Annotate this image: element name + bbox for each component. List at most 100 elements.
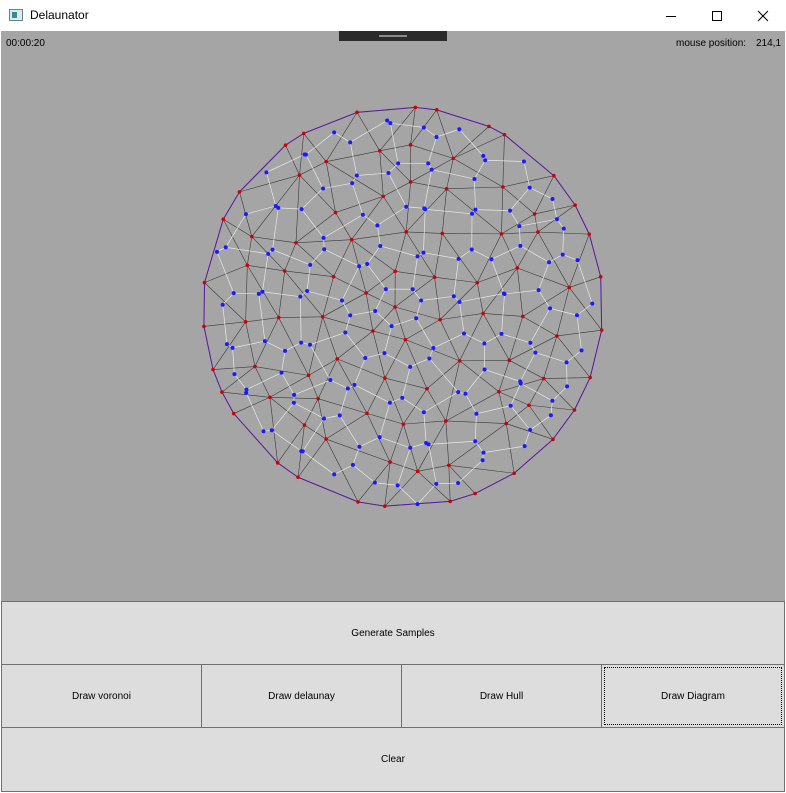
voronoi-edge (365, 352, 385, 359)
voronoi-edge (262, 253, 269, 292)
draw-voronoi-button[interactable]: Draw voronoi (1, 664, 202, 728)
voronoi-edge (406, 206, 425, 209)
voronoi-vertex (357, 444, 362, 449)
sample-point (393, 305, 397, 309)
sample-point (425, 386, 429, 391)
drawing-canvas[interactable]: 00:00:20 mouse position: 214,1 (1, 31, 785, 601)
voronoi-vertex (373, 308, 378, 313)
voronoi-vertex (462, 331, 467, 336)
generate-samples-button[interactable]: Generate Samples (1, 601, 785, 665)
sample-point (364, 291, 368, 295)
voronoi-edge (366, 245, 381, 265)
hull-edge (552, 409, 575, 440)
voronoi-edge (307, 290, 343, 301)
voronoi-vertex (337, 413, 342, 418)
voronoi-vertex (269, 428, 274, 433)
voronoi-edge (566, 350, 582, 363)
voronoi-edge (391, 317, 417, 327)
voronoi-vertex (348, 140, 353, 145)
voronoi-edge (245, 205, 276, 215)
hull-edge (504, 134, 555, 177)
hull-edge (553, 175, 576, 206)
hull-edge (589, 330, 603, 378)
voronoi-vertex (396, 161, 401, 166)
voronoi-vertex (463, 391, 468, 396)
voronoi-vertex (386, 171, 391, 176)
voronoi-vertex (352, 382, 357, 387)
elapsed-timer: 00:00:20 (6, 38, 45, 49)
voronoi-edge (345, 332, 366, 359)
voronoi-edge (305, 132, 335, 155)
voronoi-edge (272, 207, 279, 250)
voronoi-vertex (508, 208, 513, 213)
sample-point (527, 403, 531, 408)
close-icon (757, 10, 769, 21)
voronoi-edge (281, 372, 295, 396)
draw-diagram-button[interactable]: Draw Diagram (601, 664, 785, 728)
sample-point (448, 499, 452, 504)
voronoi-edge (415, 318, 434, 349)
voronoi-vertex (456, 390, 461, 395)
voronoi-vertex (270, 247, 275, 252)
maximize-button[interactable] (694, 0, 740, 31)
voronoi-vertex (473, 439, 478, 444)
voronoi-vertex (560, 252, 565, 257)
voronoi-edge (388, 172, 407, 207)
voronoi-vertex (427, 356, 432, 361)
sample-point (243, 320, 248, 324)
sample-point (245, 263, 250, 268)
draw-delaunay-button[interactable]: Draw delaunay (201, 664, 402, 728)
voronoi-vertex (470, 211, 475, 216)
close-button[interactable] (740, 0, 786, 31)
voronoi-edge (356, 172, 389, 176)
voronoi-vertex (410, 287, 415, 292)
sample-point (444, 187, 449, 191)
voronoi-edge (233, 292, 259, 295)
drag-handle[interactable] (339, 31, 447, 41)
voronoi-edge (323, 214, 364, 239)
voronoi-vertex (378, 243, 383, 248)
clear-button[interactable]: Clear (1, 727, 785, 792)
minimize-button[interactable] (648, 0, 694, 31)
draw-hull-button[interactable]: Draw Hull (401, 664, 602, 728)
maximize-icon (712, 10, 722, 21)
sample-point (413, 105, 418, 110)
voronoi-vertex (273, 203, 278, 208)
sample-point (573, 203, 577, 207)
sample-point (588, 375, 592, 380)
voronoi-vertex (308, 342, 313, 347)
voronoi-edge (520, 383, 553, 402)
sample-point (331, 274, 336, 279)
voronoi-edge (436, 482, 459, 485)
sample-point (237, 190, 242, 194)
voronoi-vertex (426, 442, 431, 447)
delaunay-edge (448, 464, 515, 474)
voronoi-vertex (299, 449, 304, 454)
voronoi-edge (258, 293, 266, 342)
voronoi-edge (266, 154, 305, 173)
voronoi-vertex (256, 291, 261, 296)
sample-point (275, 461, 280, 465)
voronoi-edge (246, 372, 282, 390)
sample-point (444, 419, 448, 423)
voronoi-edge (264, 340, 286, 352)
voronoi-vertex (502, 291, 507, 296)
voronoi-edge (485, 159, 524, 162)
title-bar[interactable]: Delaunator (0, 0, 786, 31)
hull-edge (203, 326, 214, 370)
voronoi-edge (520, 245, 550, 263)
sample-point (297, 173, 302, 177)
voronoi-edge (491, 259, 505, 294)
sample-point (457, 358, 462, 363)
voronoi-vertex (550, 197, 555, 202)
hull-edge (436, 109, 490, 127)
voronoi-vertex (499, 331, 504, 336)
voronoi-vertex (472, 176, 477, 181)
sample-point (555, 334, 559, 338)
voronoi-edge (562, 228, 565, 255)
voronoi-edge (530, 308, 551, 343)
voronoi-edge (453, 258, 459, 297)
hull-edge (600, 276, 603, 331)
voronoi-vertex (279, 370, 284, 375)
voronoi-vertex (489, 257, 494, 262)
